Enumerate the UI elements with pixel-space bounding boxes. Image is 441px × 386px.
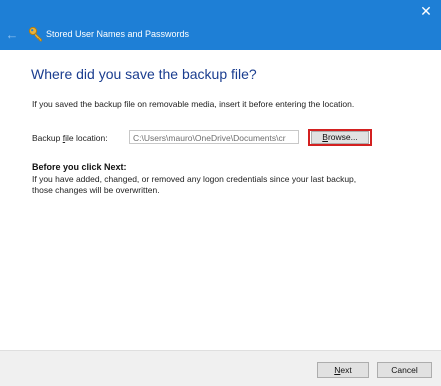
back-arrow-icon[interactable]: ←	[4, 28, 20, 42]
dialog-window: ✕ ← Stored User Names and Passwords Wher…	[0, 0, 441, 386]
browse-button[interactable]: Browse...	[311, 131, 369, 144]
backup-location-field[interactable]: C:\Users\mauro\OneDrive\Documents\cr	[129, 130, 299, 144]
title-bar: ✕ ← Stored User Names and Passwords	[0, 0, 441, 50]
cancel-button[interactable]: Cancel	[377, 362, 432, 378]
page-heading: Where did you save the backup file?	[31, 66, 257, 82]
main-content: Where did you save the backup file? If y…	[0, 50, 441, 350]
next-button[interactable]: Next	[317, 362, 369, 378]
close-icon[interactable]: ✕	[411, 0, 441, 22]
intro-text: If you saved the backup file on removabl…	[32, 99, 355, 109]
backup-location-label: Backup file location:	[32, 133, 108, 143]
button-bar: Next Cancel	[0, 350, 441, 386]
window-title: Stored User Names and Passwords	[46, 29, 190, 39]
key-icon	[28, 26, 42, 42]
before-next-text: If you have added, changed, or removed a…	[32, 174, 357, 195]
before-next-heading: Before you click Next:	[32, 162, 127, 172]
